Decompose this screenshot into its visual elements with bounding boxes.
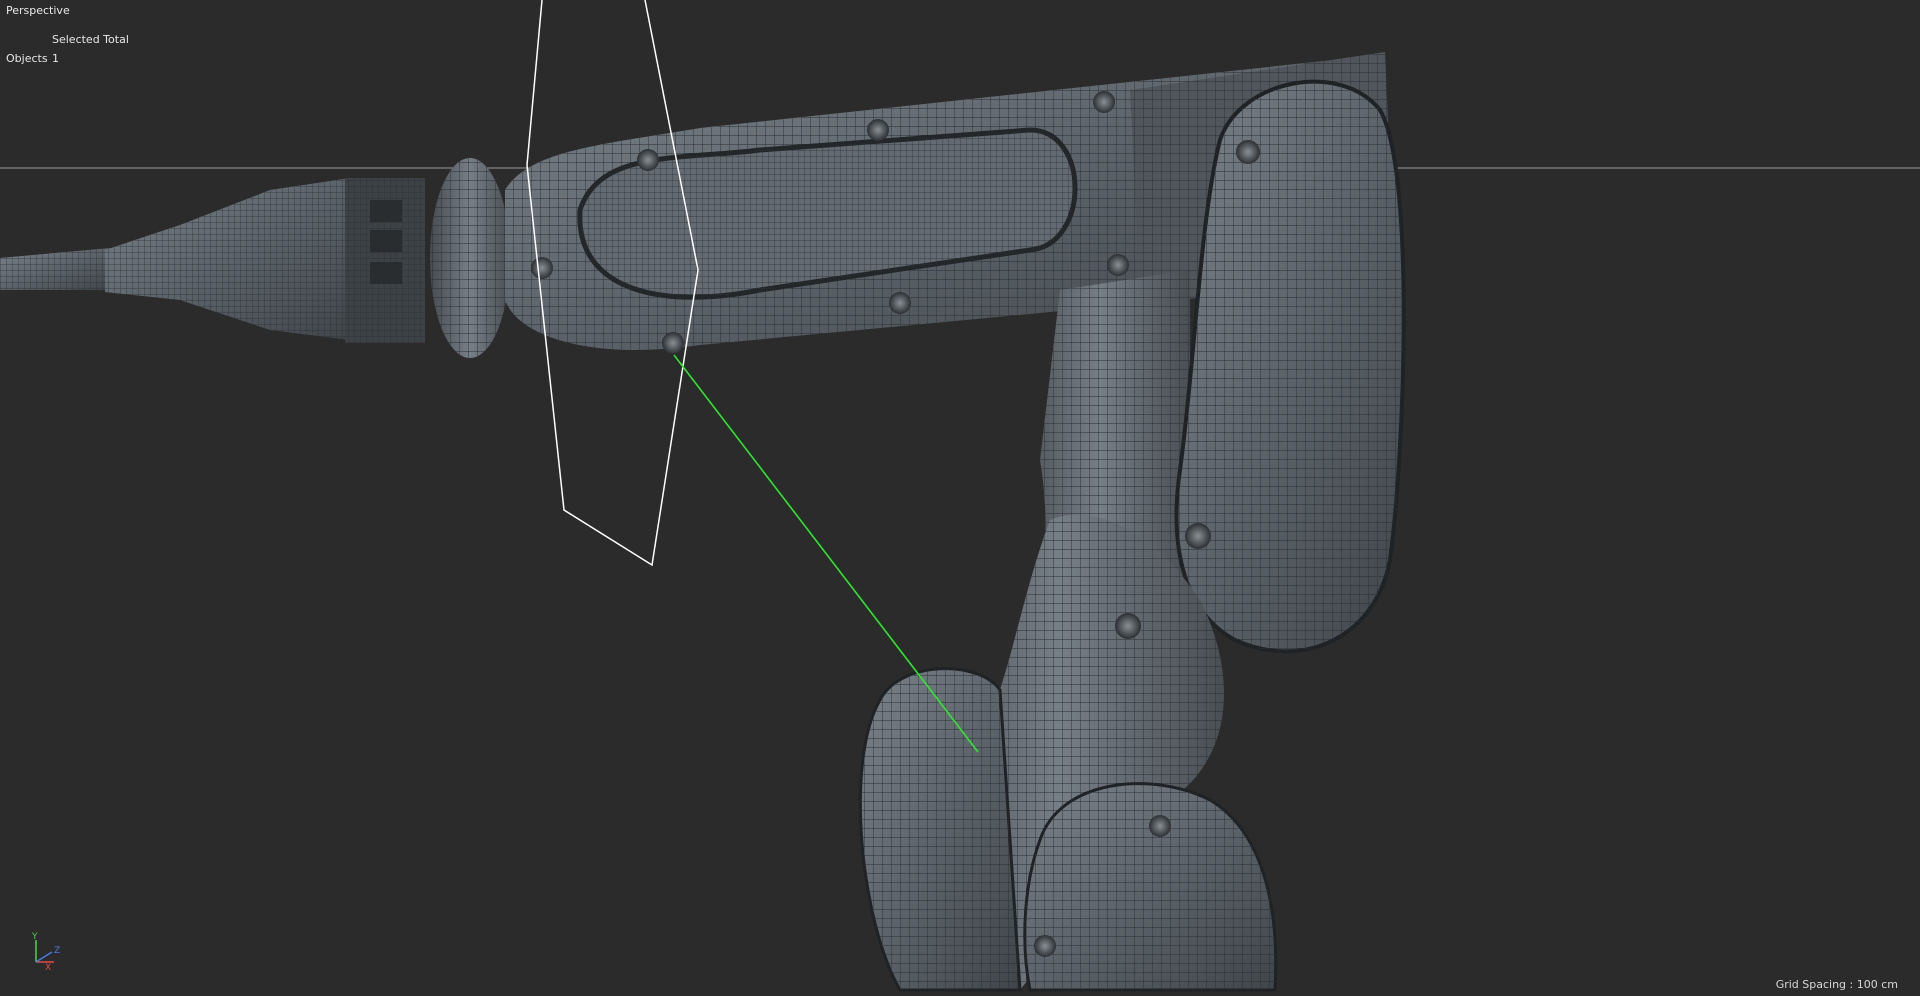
grid-spacing-label: Grid Spacing : 100 cm (1775, 978, 1898, 991)
bolt (1149, 815, 1171, 837)
bolt (867, 119, 889, 141)
bolt (889, 292, 911, 314)
info-panel-header: Selected Total (52, 33, 129, 46)
bolt (662, 332, 684, 354)
robot-base-cylinder-left[interactable] (858, 667, 1022, 992)
viewport-scene[interactable] (0, 0, 1920, 996)
xyz-axis-icon: Y X Z (31, 932, 60, 970)
viewport-camera-label[interactable]: Perspective (6, 4, 70, 17)
robot-tool-head[interactable] (105, 158, 510, 358)
robot-base-joint[interactable] (1023, 782, 1278, 992)
axis-x-label: X (45, 963, 51, 970)
bolt (1093, 91, 1115, 113)
bolt (1236, 140, 1260, 164)
bolt (1034, 935, 1056, 957)
info-panel-row-value: 1 (52, 52, 59, 65)
bolt (1115, 613, 1141, 639)
info-panel-row-label: Objects (6, 52, 48, 65)
axis-z-label: Z (54, 946, 60, 956)
robot-cable[interactable] (0, 248, 110, 290)
bolt (531, 257, 553, 279)
camera-target-line[interactable] (673, 354, 979, 753)
axis-y-label: Y (31, 932, 38, 942)
bolt (1185, 523, 1211, 549)
bolt (1107, 254, 1129, 276)
3d-viewport[interactable]: Perspective Selected Total Objects 1 Gri… (0, 0, 1920, 996)
bolt (637, 149, 659, 171)
